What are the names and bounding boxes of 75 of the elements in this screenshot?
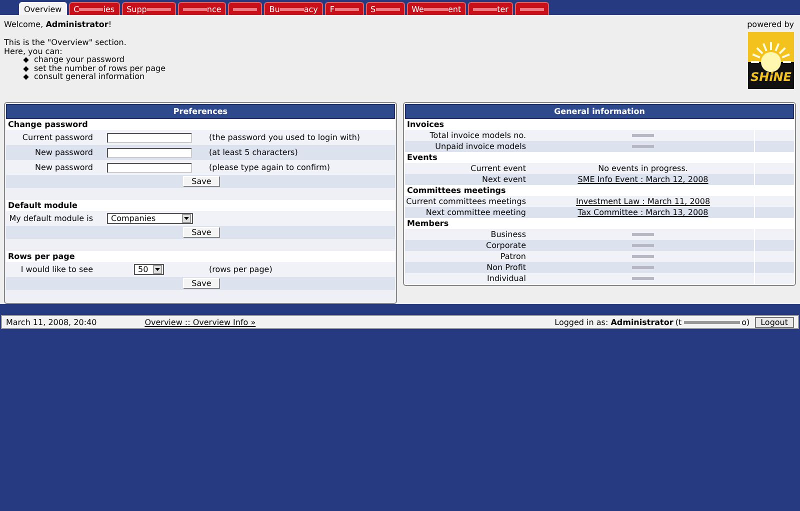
bullet-icon bbox=[23, 57, 29, 64]
info-label: Business bbox=[490, 230, 527, 239]
module-dropdown[interactable]: Companies bbox=[107, 213, 193, 224]
info-label: Unpaid invoice models bbox=[434, 142, 527, 151]
event-link[interactable]: Investment Law : March 11, 2008 bbox=[576, 197, 710, 206]
info-label: Next committee meeting bbox=[424, 208, 527, 217]
field-hint: (at least 5 characters) bbox=[209, 148, 298, 157]
password-field[interactable] bbox=[107, 132, 192, 142]
intro-text: Here, you can: bbox=[4, 47, 62, 56]
nav-tab[interactable]: Overview bbox=[19, 2, 67, 15]
field-label: Current password bbox=[21, 133, 94, 142]
welcome-text: Welcome, Administrator! bbox=[4, 20, 113, 29]
rows-dropdown[interactable]: 50 bbox=[134, 264, 164, 275]
info-label: Next event bbox=[481, 175, 527, 184]
breadcrumb-link[interactable]: Overview :: Overview Info » bbox=[144, 318, 256, 326]
save-button[interactable]: Save bbox=[182, 176, 220, 187]
panel-title: Preferences bbox=[6, 104, 395, 119]
field-hint: (the password you used to login with) bbox=[209, 133, 360, 142]
nav-tab[interactable]: F bbox=[324, 2, 364, 15]
info-label: Patron bbox=[499, 252, 527, 261]
info-label: Total invoice models no. bbox=[428, 131, 527, 140]
login-text: Logged in as: Administrator bbox=[554, 318, 674, 326]
field-label: New password bbox=[34, 148, 94, 157]
powered-by-text: powered by bbox=[747, 20, 794, 29]
nav-tab[interactable]: ter bbox=[468, 2, 514, 15]
password-field[interactable] bbox=[107, 162, 192, 172]
bullet-text: set the number of rows per page bbox=[34, 64, 166, 73]
info-label: Non Profit bbox=[486, 263, 527, 272]
caret-icon bbox=[184, 217, 189, 220]
group-heading: Rows per page bbox=[6, 251, 395, 262]
bullet-icon bbox=[23, 66, 29, 72]
redacted-value bbox=[632, 244, 654, 248]
field-label: My default module is bbox=[8, 214, 94, 223]
group-heading: Change password bbox=[6, 119, 395, 130]
nav-tab[interactable]: We ent bbox=[406, 2, 466, 15]
info-label: Current committees meetings bbox=[405, 197, 527, 206]
sun-logo: SHiNE bbox=[748, 32, 794, 89]
bullet-text: consult general information bbox=[34, 73, 145, 82]
redacted-value bbox=[632, 255, 654, 258]
info-label: Current event bbox=[470, 164, 527, 173]
panel-title: General information bbox=[405, 104, 794, 119]
nav-tab[interactable]: S bbox=[366, 2, 405, 15]
event-link[interactable]: Tax Committee : March 13, 2008 bbox=[578, 208, 708, 217]
redacted-value bbox=[632, 233, 654, 236]
redacted-value bbox=[632, 266, 654, 270]
save-button[interactable]: Save bbox=[182, 278, 220, 289]
event-link[interactable]: SME Info Event : March 12, 2008 bbox=[578, 175, 708, 184]
nav-tab[interactable] bbox=[228, 2, 262, 15]
field-hint: (please type again to confirm) bbox=[209, 163, 330, 172]
field-label: New password bbox=[34, 163, 94, 172]
nav-tab[interactable]: Bu acy bbox=[264, 2, 323, 15]
group-heading: Default module bbox=[6, 200, 395, 211]
nav-tab[interactable]: Supp bbox=[122, 2, 176, 15]
redacted-user-id bbox=[684, 320, 740, 324]
redacted-value bbox=[632, 134, 654, 138]
bullet-text: change your password bbox=[34, 56, 124, 64]
save-button[interactable]: Save bbox=[182, 227, 220, 238]
nav-tab[interactable]: C ies bbox=[68, 2, 120, 15]
info-label: Corporate bbox=[485, 241, 527, 250]
bullet-icon bbox=[23, 74, 29, 80]
field-label: I would like to see bbox=[20, 265, 94, 274]
redacted-value bbox=[632, 145, 654, 148]
nav-tab[interactable] bbox=[515, 2, 550, 15]
info-value: No events in progress. bbox=[598, 164, 688, 173]
password-field[interactable] bbox=[107, 148, 192, 158]
date-time: March 11, 2008, 20:40 bbox=[6, 318, 97, 326]
redacted-value bbox=[632, 277, 654, 280]
user-id-end: o) bbox=[742, 318, 750, 326]
info-label: Individual bbox=[486, 274, 527, 283]
field-hint: (rows per page) bbox=[209, 265, 272, 274]
nav-tab[interactable]: nce bbox=[178, 2, 226, 15]
section-text: This is the "Overview" section. bbox=[4, 38, 128, 47]
logout-button[interactable]: Logout bbox=[754, 316, 794, 328]
user-id-start: (t bbox=[675, 318, 682, 326]
caret-icon bbox=[155, 268, 160, 271]
